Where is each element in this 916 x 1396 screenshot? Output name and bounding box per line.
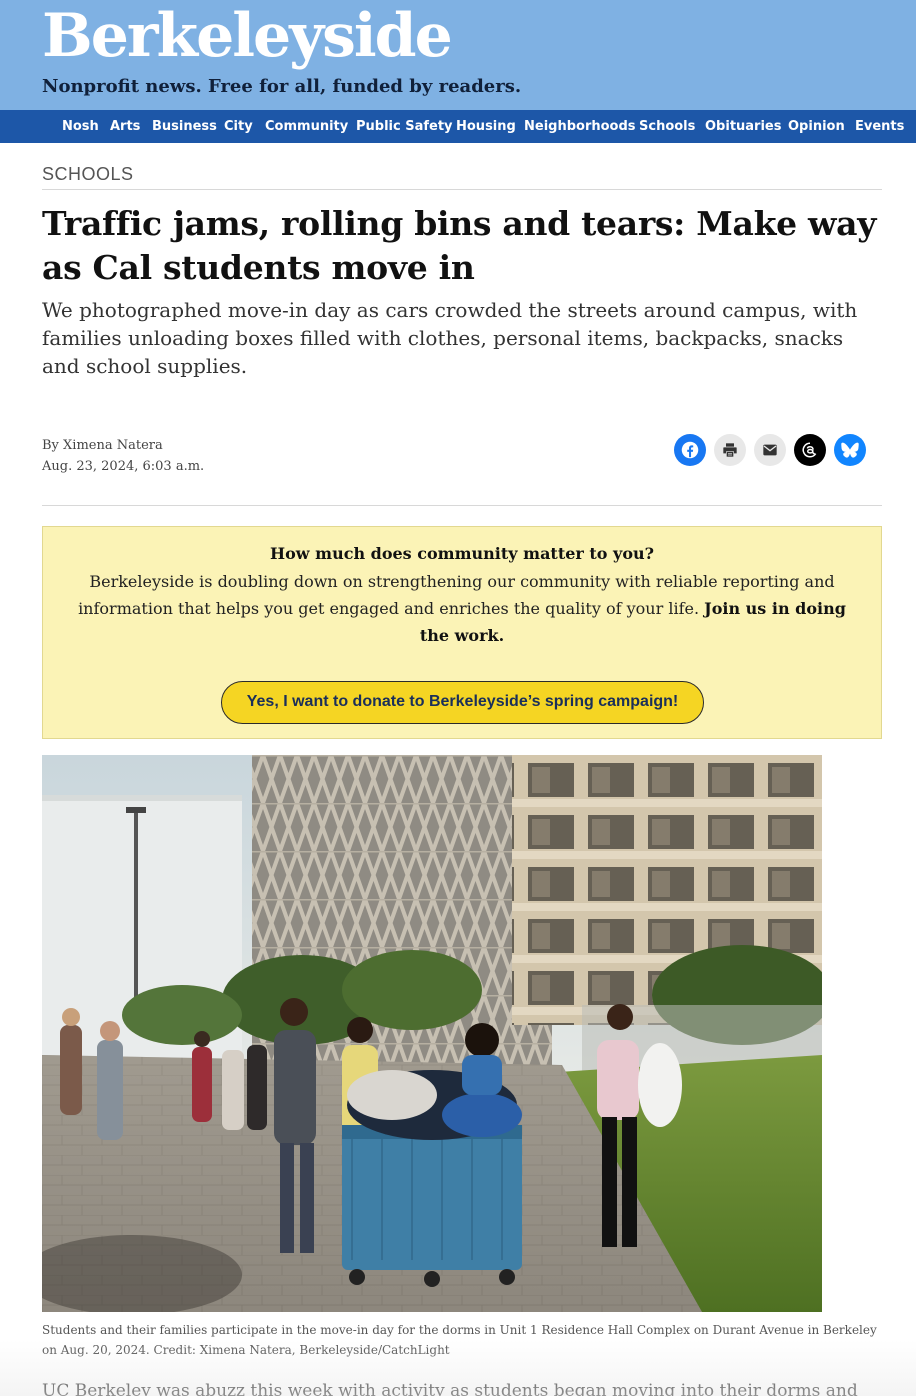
bluesky-icon xyxy=(841,442,859,458)
masthead: Berkeleyside Nonprofit news. Free for al… xyxy=(0,0,916,110)
nav-item-neighborhoods[interactable]: Neighborhoods xyxy=(524,110,636,143)
share-threads-button[interactable] xyxy=(794,434,826,466)
move-in-photo xyxy=(42,755,822,1312)
nav-item-nosh[interactable]: Nosh xyxy=(62,110,99,143)
print-button[interactable] xyxy=(714,434,746,466)
divider xyxy=(42,505,882,506)
main-nav: Nosh Arts Business City Community Public… xyxy=(0,110,916,143)
threads-icon xyxy=(802,442,817,458)
donation-callout: How much does community matter to you? B… xyxy=(42,526,882,739)
photo-caption: Students and their families participate … xyxy=(42,1323,877,1357)
site-logo[interactable]: Berkeleyside xyxy=(42,0,453,72)
site-tagline: Nonprofit news. Free for all, funded by … xyxy=(42,76,522,97)
article-byline[interactable]: By Ximena Natera xyxy=(42,438,163,453)
nav-item-housing[interactable]: Housing xyxy=(456,110,516,143)
share-facebook-button[interactable] xyxy=(674,434,706,466)
section-label[interactable]: SCHOOLS xyxy=(42,164,134,185)
print-icon xyxy=(723,443,737,457)
article-body-paragraph: UC Berkeley was abuzz this week with act… xyxy=(42,1381,858,1396)
nav-item-community[interactable]: Community xyxy=(265,110,348,143)
donation-title: How much does community matter to you? xyxy=(270,544,654,563)
share-bluesky-button[interactable] xyxy=(834,434,866,466)
donate-button[interactable]: Yes, I want to donate to Berkeleyside’s … xyxy=(221,681,704,724)
facebook-icon xyxy=(681,441,699,459)
email-icon xyxy=(763,444,777,456)
donation-text: Berkeleyside is doubling down on strengt… xyxy=(73,568,851,649)
featured-photo[interactable] xyxy=(42,755,822,1312)
nav-item-opinion[interactable]: Opinion xyxy=(788,110,845,143)
nav-item-public-safety[interactable]: Public Safety xyxy=(356,110,453,143)
nav-item-business[interactable]: Business xyxy=(152,110,217,143)
article-dek: We photographed move-in day as cars crow… xyxy=(42,298,858,378)
nav-item-schools[interactable]: Schools xyxy=(639,110,695,143)
nav-item-arts[interactable]: Arts xyxy=(110,110,140,143)
email-share-button[interactable] xyxy=(754,434,786,466)
article-date: Aug. 23, 2024, 6:03 a.m. xyxy=(42,459,205,474)
nav-item-events[interactable]: Events xyxy=(855,110,904,143)
article-headline: Traffic jams, rolling bins and tears: Ma… xyxy=(42,204,877,287)
divider xyxy=(42,189,882,190)
nav-item-city[interactable]: City xyxy=(224,110,253,143)
nav-item-obituaries[interactable]: Obituaries xyxy=(705,110,781,143)
